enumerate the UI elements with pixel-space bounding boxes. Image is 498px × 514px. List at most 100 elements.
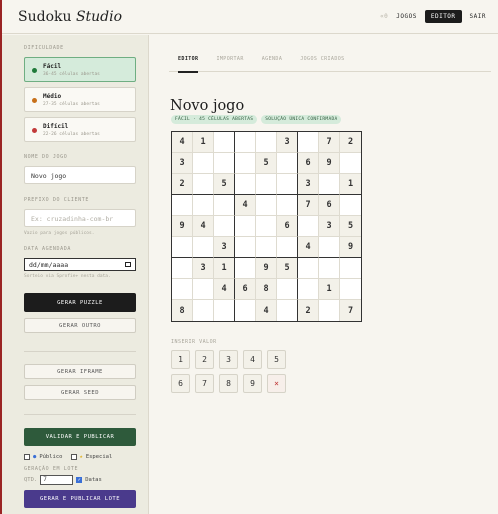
sudoku-cell[interactable] [214, 300, 235, 321]
game-name-input[interactable]: Novo jogo [24, 166, 136, 184]
sudoku-cell[interactable]: 5 [340, 216, 361, 237]
sudoku-cell[interactable]: 6 [235, 279, 256, 300]
batch-publish-button[interactable]: GERAR E PUBLICAR LOTE [24, 490, 136, 508]
generate-iframe-button[interactable]: GERAR IFRAME [24, 364, 136, 379]
sudoku-cell[interactable] [214, 195, 235, 216]
sudoku-cell[interactable] [193, 279, 214, 300]
sudoku-cell[interactable]: 3 [214, 237, 235, 258]
sudoku-cell[interactable]: 8 [172, 300, 193, 321]
sudoku-cell[interactable] [193, 174, 214, 195]
sudoku-cell[interactable] [235, 216, 256, 237]
sudoku-cell[interactable]: 3 [277, 132, 298, 153]
nav-games-link[interactable]: JOGOS [396, 13, 417, 20]
validate-publish-button[interactable]: VALIDAR E PUBLICAR [24, 428, 136, 446]
calendar-icon[interactable] [125, 262, 131, 267]
sudoku-cell[interactable] [235, 153, 256, 174]
sudoku-cell[interactable]: 1 [193, 132, 214, 153]
date-input[interactable]: dd/mm/aaaa [24, 258, 136, 271]
sudoku-cell[interactable]: 7 [298, 195, 319, 216]
sudoku-cell[interactable] [256, 195, 277, 216]
sudoku-cell[interactable]: 4 [235, 195, 256, 216]
sudoku-cell[interactable]: 3 [319, 216, 340, 237]
difficulty-option[interactable]: Médio 27-35 células abertas [24, 87, 136, 112]
sudoku-cell[interactable] [235, 132, 256, 153]
sudoku-cell[interactable] [172, 279, 193, 300]
client-prefix-input[interactable]: Ex: cruzadinha-com-br [24, 209, 136, 227]
sudoku-cell[interactable] [319, 300, 340, 321]
sudoku-cell[interactable] [193, 153, 214, 174]
sudoku-cell[interactable] [172, 237, 193, 258]
sudoku-cell[interactable]: 6 [319, 195, 340, 216]
sudoku-cell[interactable] [256, 237, 277, 258]
tab-agenda[interactable]: AGENDA [262, 52, 282, 71]
number-key-4[interactable]: 4 [243, 350, 262, 369]
sudoku-cell[interactable] [277, 174, 298, 195]
sudoku-cell[interactable] [319, 174, 340, 195]
sudoku-cell[interactable] [235, 174, 256, 195]
sudoku-cell[interactable]: 6 [298, 153, 319, 174]
sudoku-cell[interactable]: 8 [256, 279, 277, 300]
difficulty-option[interactable]: Fácil 36-45 células abertas [24, 57, 136, 82]
number-key-6[interactable]: 6 [171, 374, 190, 393]
tab-importar[interactable]: IMPORTAR [216, 52, 243, 71]
sudoku-cell[interactable] [277, 237, 298, 258]
sudoku-cell[interactable]: 3 [298, 174, 319, 195]
number-key-3[interactable]: 3 [219, 350, 238, 369]
public-checkbox[interactable] [24, 454, 30, 460]
sudoku-cell[interactable] [319, 237, 340, 258]
sudoku-cell[interactable]: 2 [340, 132, 361, 153]
sudoku-cell[interactable]: 1 [319, 279, 340, 300]
sudoku-cell[interactable] [214, 132, 235, 153]
sudoku-cell[interactable] [340, 258, 361, 279]
number-key-1[interactable]: 1 [171, 350, 190, 369]
sudoku-cell[interactable] [235, 300, 256, 321]
sudoku-cell[interactable]: 5 [277, 258, 298, 279]
sudoku-cell[interactable]: 5 [256, 153, 277, 174]
generate-seed-button[interactable]: GERAR SEED [24, 385, 136, 400]
generate-other-button[interactable]: GERAR OUTRO [24, 318, 136, 333]
special-checkbox[interactable] [70, 454, 77, 460]
sudoku-cell[interactable] [298, 258, 319, 279]
sudoku-cell[interactable]: 1 [214, 258, 235, 279]
sudoku-cell[interactable]: 6 [277, 216, 298, 237]
qty-input[interactable]: 7 [40, 475, 74, 485]
dates-checkbox[interactable]: ✓ [76, 477, 83, 483]
difficulty-option[interactable]: Difícil 22-26 células abertas [24, 117, 136, 142]
nav-logout-link[interactable]: SAIR [470, 13, 486, 20]
sudoku-cell[interactable] [172, 258, 193, 279]
sudoku-cell[interactable] [193, 237, 214, 258]
sudoku-cell[interactable] [214, 216, 235, 237]
sudoku-cell[interactable] [298, 279, 319, 300]
sudoku-cell[interactable] [340, 153, 361, 174]
sudoku-cell[interactable] [172, 195, 193, 216]
sudoku-cell[interactable]: 4 [256, 300, 277, 321]
generate-puzzle-button[interactable]: GERAR PUZZLE [24, 293, 136, 312]
sudoku-cell[interactable] [235, 258, 256, 279]
sudoku-cell[interactable]: 4 [214, 279, 235, 300]
sudoku-cell[interactable] [256, 174, 277, 195]
sudoku-cell[interactable] [235, 237, 256, 258]
clear-cell-button[interactable]: × [267, 374, 286, 393]
sudoku-cell[interactable] [214, 153, 235, 174]
sudoku-cell[interactable]: 9 [172, 216, 193, 237]
sudoku-cell[interactable]: 9 [340, 237, 361, 258]
sudoku-cell[interactable]: 9 [319, 153, 340, 174]
nav-editor-link[interactable]: EDITOR [424, 10, 462, 23]
sudoku-cell[interactable]: 7 [340, 300, 361, 321]
number-key-9[interactable]: 9 [243, 374, 262, 393]
sudoku-cell[interactable] [298, 216, 319, 237]
sudoku-cell[interactable] [277, 153, 298, 174]
sudoku-cell[interactable]: 1 [340, 174, 361, 195]
sudoku-cell[interactable] [340, 195, 361, 216]
sudoku-cell[interactable] [277, 195, 298, 216]
tab-editor[interactable]: EDITOR [178, 52, 199, 73]
sudoku-cell[interactable] [256, 216, 277, 237]
sudoku-cell[interactable] [298, 132, 319, 153]
number-key-8[interactable]: 8 [219, 374, 238, 393]
tab-jogos-criados[interactable]: JOGOS CRIADOS [300, 52, 344, 71]
sudoku-cell[interactable]: 4 [172, 132, 193, 153]
sudoku-cell[interactable] [319, 258, 340, 279]
sudoku-cell[interactable] [193, 300, 214, 321]
sudoku-cell[interactable]: 5 [214, 174, 235, 195]
sudoku-cell[interactable] [277, 300, 298, 321]
